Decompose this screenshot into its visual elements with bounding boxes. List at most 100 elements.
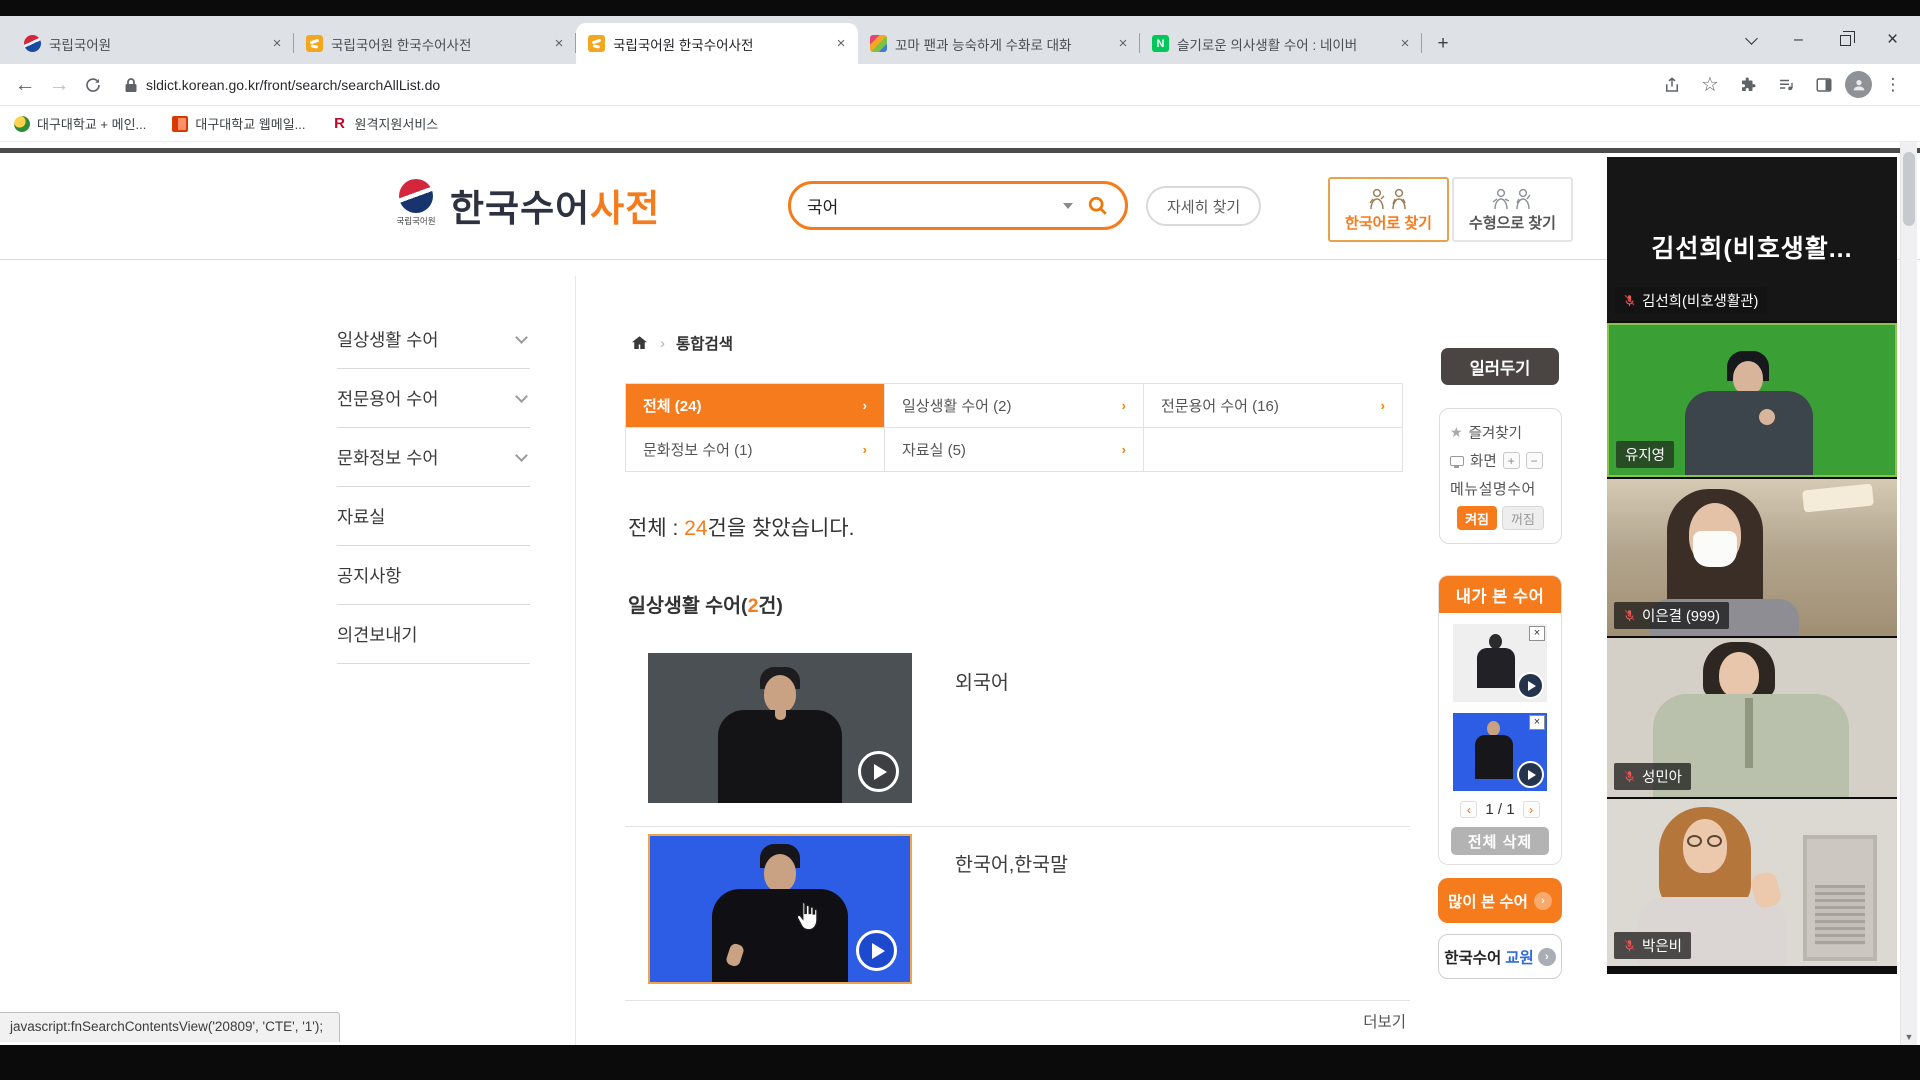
tab-daily-signs[interactable]: 일상생활 수어 (2)› — [885, 384, 1144, 428]
video-thumbnail-foreign-language[interactable] — [648, 653, 912, 803]
participant-tile-yujiyoung-active-speaker[interactable]: 유지영 — [1607, 323, 1897, 477]
find-by-handshape-button[interactable]: 수형으로 찾기 — [1452, 177, 1573, 242]
play-button[interactable] — [856, 930, 897, 971]
zoom-out-button[interactable]: − — [1526, 452, 1543, 469]
reading-list-button[interactable] — [1769, 68, 1803, 102]
scrollbar-thumb[interactable] — [1903, 152, 1915, 226]
participant-tile-leeeungyeol[interactable]: 이은결 (999) — [1607, 479, 1897, 636]
tab-title: 꼬마 팬과 능숙하게 수화로 대화 — [895, 34, 1106, 54]
sidebar-item-daily-signs[interactable]: 일상생활 수어 — [337, 310, 530, 369]
new-tab-button[interactable]: + — [1428, 29, 1458, 59]
bookmark-remote-support[interactable]: R 원격지원서비스 — [332, 114, 439, 133]
sidebar-item-culture-signs[interactable]: 문화정보 수어 — [337, 428, 530, 487]
profile-avatar[interactable] — [1845, 71, 1872, 98]
tab-close-icon[interactable]: × — [1396, 35, 1414, 53]
address-bar[interactable]: sldict.korean.go.kr/front/search/searchA… — [124, 77, 1655, 93]
delete-all-button[interactable]: 전체 삭제 — [1451, 827, 1549, 855]
back-button[interactable]: ← — [8, 68, 42, 102]
remove-thumbnail-icon[interactable]: × — [1529, 715, 1545, 730]
close-window-button[interactable]: × — [1869, 16, 1916, 64]
tab-title: 국립국어원 한국수어사전 — [331, 34, 542, 54]
guide-button[interactable]: 일러두기 — [1441, 348, 1559, 385]
search-icon[interactable] — [1087, 195, 1109, 217]
search-dropdown-caret-icon[interactable] — [1063, 203, 1073, 209]
tab-naver[interactable]: N 슬기로운 의사생활 수어 : 네이버 × — [1140, 23, 1422, 64]
share-button[interactable] — [1655, 68, 1689, 102]
page-scrollbar[interactable]: ▼ — [1900, 142, 1917, 1045]
participant-face — [1719, 652, 1759, 698]
arrow-right-icon: › — [1534, 892, 1552, 910]
participant-tile-parkeunbi[interactable]: 박은비 — [1607, 799, 1897, 966]
sign-teacher-button[interactable]: 한국수어교원 › — [1438, 934, 1562, 979]
tab-close-icon[interactable]: × — [832, 35, 850, 53]
side-panel-button[interactable] — [1807, 68, 1841, 102]
tab-title: 국립국어원 한국수어사전 — [613, 34, 824, 54]
sidebar-item-notice[interactable]: 공지사항 — [337, 546, 530, 605]
tab-close-icon[interactable]: × — [1114, 35, 1132, 53]
restore-button[interactable] — [1822, 16, 1869, 64]
search-input[interactable] — [807, 196, 1055, 216]
sidebar-item-feedback[interactable]: 의견보내기 — [337, 605, 530, 664]
result-label[interactable]: 한국어,한국말 — [955, 848, 1068, 877]
page-options-box: ★ 즐겨찾기 화면 + − 메뉴설명수어 켜짐 꺼짐 — [1439, 408, 1562, 544]
participant-label: 김선희(비호생활관) — [1614, 287, 1767, 314]
browser-menu-button[interactable]: ⋮ — [1876, 68, 1910, 102]
tab-culture-signs[interactable]: 문화정보 수어 (1)› — [626, 428, 885, 472]
tab-all[interactable]: 전체 (24)› — [626, 384, 885, 428]
url-text: sldict.korean.go.kr/front/search/searchA… — [146, 77, 440, 93]
door-vent — [1815, 885, 1865, 945]
bookmark-star-button[interactable]: ☆ — [1693, 68, 1727, 102]
result-label[interactable]: 외국어 — [955, 666, 1009, 695]
tab-jtbc[interactable]: 꼬마 팬과 능숙하게 수화로 대화 × — [858, 23, 1140, 64]
minimize-button[interactable]: – — [1775, 16, 1822, 64]
tab-search-button[interactable] — [1728, 16, 1775, 64]
sidebar-item-term-signs[interactable]: 전문용어 수어 — [337, 369, 530, 428]
video-thumbnail-korean-language[interactable] — [648, 834, 912, 984]
tab-nikl-home[interactable]: 국립국어원 × — [12, 23, 294, 64]
viewed-sign-thumbnail[interactable]: × — [1453, 624, 1547, 702]
home-icon[interactable] — [630, 334, 649, 352]
muted-mic-icon — [1623, 294, 1636, 307]
forward-button[interactable]: → — [42, 68, 76, 102]
nikl-favicon — [24, 35, 41, 52]
prev-page-button[interactable]: ‹ — [1460, 801, 1477, 818]
tab-close-icon[interactable]: × — [550, 35, 568, 53]
extensions-button[interactable] — [1731, 68, 1765, 102]
load-more-link[interactable]: 더보기 — [1363, 1014, 1406, 1031]
next-page-button[interactable]: › — [1523, 801, 1540, 818]
play-button[interactable] — [1517, 672, 1544, 699]
tab-term-signs[interactable]: 전문용어 수어 (16)› — [1144, 384, 1403, 428]
tab-archive[interactable]: 자료실 (5)› — [885, 428, 1144, 472]
tab-close-icon[interactable]: × — [268, 35, 286, 53]
bookmark-dgu-main[interactable]: 대구대학교 + 메인... — [14, 114, 146, 133]
tab-sldict-2-active[interactable]: 국립국어원 한국수어사전 × — [576, 23, 858, 64]
mouse-cursor-hand-icon — [792, 900, 822, 939]
sldict-favicon — [306, 35, 323, 52]
remove-thumbnail-icon[interactable]: × — [1529, 626, 1545, 641]
toggle-off-button[interactable]: 꺼짐 — [1502, 506, 1544, 530]
sidebar-item-archive[interactable]: 자료실 — [337, 487, 530, 546]
side-panel-icon — [1815, 76, 1833, 94]
favorites-row[interactable]: ★ 즐겨찾기 — [1450, 422, 1551, 443]
reload-button[interactable] — [76, 68, 110, 102]
load-more: 더보기 — [625, 1000, 1410, 1032]
result-summary: 전체 : 24건을 찾았습니다. — [628, 512, 854, 542]
play-button[interactable] — [858, 751, 899, 792]
site-logo[interactable]: 국립국어원 한국수어사전 — [396, 178, 660, 232]
detail-search-button[interactable]: 자세히 찾기 — [1146, 186, 1261, 226]
signer-hand — [775, 703, 786, 720]
play-icon — [872, 943, 885, 959]
bookmark-dgu-webmail[interactable]: 대구대학교 웹메일... — [172, 114, 305, 133]
play-button[interactable] — [1517, 761, 1544, 788]
tab-sldict-1[interactable]: 국립국어원 한국수어사전 × — [294, 23, 576, 64]
viewed-sign-thumbnail[interactable]: × — [1453, 713, 1547, 791]
participant-tile-seongmina[interactable]: 성민아 — [1607, 638, 1897, 797]
arrow-right-icon: › — [1122, 398, 1126, 413]
popular-signs-button[interactable]: 많이 본 수어 › — [1438, 878, 1562, 923]
scroll-down-icon[interactable]: ▼ — [1901, 1032, 1917, 1042]
toggle-on-button[interactable]: 켜짐 — [1457, 506, 1497, 530]
play-icon — [1528, 681, 1536, 691]
find-by-korean-button[interactable]: 한국어로 찾기 — [1328, 177, 1449, 242]
participant-tile-kimsunhee[interactable]: 김선희(비호생활... 김선희(비호생활관) — [1607, 157, 1897, 321]
zoom-in-button[interactable]: + — [1503, 452, 1520, 469]
